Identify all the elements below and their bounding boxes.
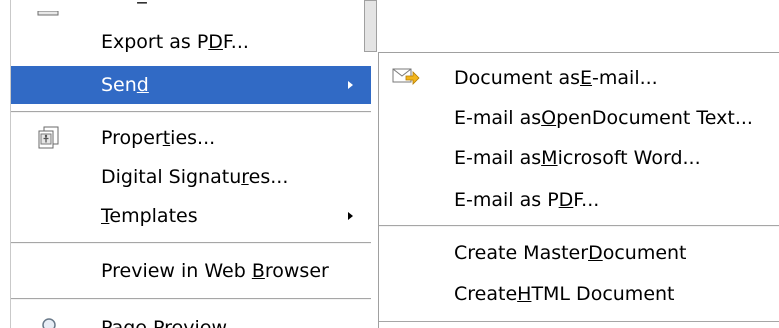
pdf-label-a: E-mail as P xyxy=(454,189,559,211)
html-label-key: H xyxy=(517,283,532,305)
word-label-key: M xyxy=(541,147,558,169)
digital-signatures-label-b: es... xyxy=(248,166,289,188)
templates-item[interactable]: Templates xyxy=(11,199,371,233)
email-as-odt-item[interactable]: E-mail as OpenDocument Text... xyxy=(454,101,753,135)
create-html-document-item[interactable]: Create H TML Document xyxy=(454,277,675,311)
preview-web-label-key: B xyxy=(251,260,265,282)
properties-label-a: Proper xyxy=(101,127,163,149)
partial-top-icon xyxy=(37,0,59,22)
pdf-label-b: F... xyxy=(573,189,600,211)
export-pdf-label-b: F... xyxy=(222,31,249,53)
digital-signatures-item[interactable]: Digital Signatures... xyxy=(11,160,371,194)
odt-label-key: O xyxy=(541,107,557,129)
menu-scroll-handle[interactable] xyxy=(364,0,377,52)
page-preview-label: Page Preview xyxy=(101,317,227,328)
create-master-document-item[interactable]: Create Master Document xyxy=(454,236,687,270)
html-label-a: Create xyxy=(454,283,518,305)
mail-arrow-icon xyxy=(392,67,420,92)
templates-label-b: emplates xyxy=(109,205,198,227)
submenu-separator-1-highlight xyxy=(379,226,779,227)
word-label-b: icrosoft Word... xyxy=(557,147,701,169)
digital-signatures-label-a: Digital Signatu xyxy=(101,166,242,188)
page-preview-item[interactable]: Page Preview xyxy=(11,312,371,328)
html-label-b: TML Document xyxy=(531,283,675,305)
send-label-key: d xyxy=(136,74,149,96)
separator-2-highlight xyxy=(11,243,371,244)
send-item[interactable]: Send xyxy=(11,66,371,104)
templates-submenu-arrow-icon xyxy=(348,212,353,220)
properties-label-b: ies... xyxy=(170,127,216,149)
submenu-separator-2 xyxy=(379,321,779,322)
export-as-pdf-item[interactable]: Export as PDF... xyxy=(11,25,371,59)
send-submenu-arrow-icon xyxy=(348,81,353,89)
odt-label-b: penDocument Text... xyxy=(556,107,753,129)
email-as-word-item[interactable]: E-mail as Microsoft Word... xyxy=(454,141,701,175)
send-label-a: Sen xyxy=(101,74,137,96)
doc-email-label-key: E xyxy=(580,67,593,89)
preview-web-label-a: Preview in Web xyxy=(101,260,252,282)
send-submenu: Document as E -mail... E-mail as OpenDocu… xyxy=(378,52,779,328)
master-label-key: D xyxy=(588,242,603,264)
export-pdf-label-a: Export as P xyxy=(101,31,209,53)
doc-email-label-b: -mail... xyxy=(592,67,658,89)
file-menu: . . . _ Export as PDF... Send Properties… xyxy=(10,0,371,328)
preview-web-label-b: rowser xyxy=(264,260,329,282)
export-pdf-label-key: D xyxy=(208,31,223,53)
separator-1-highlight xyxy=(11,112,371,113)
preview-in-web-browser-item[interactable]: Preview in Web Browser xyxy=(11,254,371,288)
partial-top-label: . . . _ xyxy=(101,0,161,4)
email-as-pdf-item[interactable]: E-mail as P D F... xyxy=(454,183,599,217)
document-as-email-item[interactable]: Document as E -mail... xyxy=(454,61,658,95)
separator-3-highlight xyxy=(11,299,371,300)
word-label-a: E-mail as xyxy=(454,147,542,169)
doc-email-label-a: Document as xyxy=(454,67,581,89)
master-label-a: Create Master xyxy=(454,242,589,264)
properties-item[interactable]: Properties... xyxy=(11,121,371,155)
pdf-label-key: D xyxy=(558,189,574,211)
digital-signatures-label-key: r xyxy=(241,166,249,188)
odt-label-a: E-mail as xyxy=(454,107,542,129)
master-label-b: ocument xyxy=(602,242,687,264)
